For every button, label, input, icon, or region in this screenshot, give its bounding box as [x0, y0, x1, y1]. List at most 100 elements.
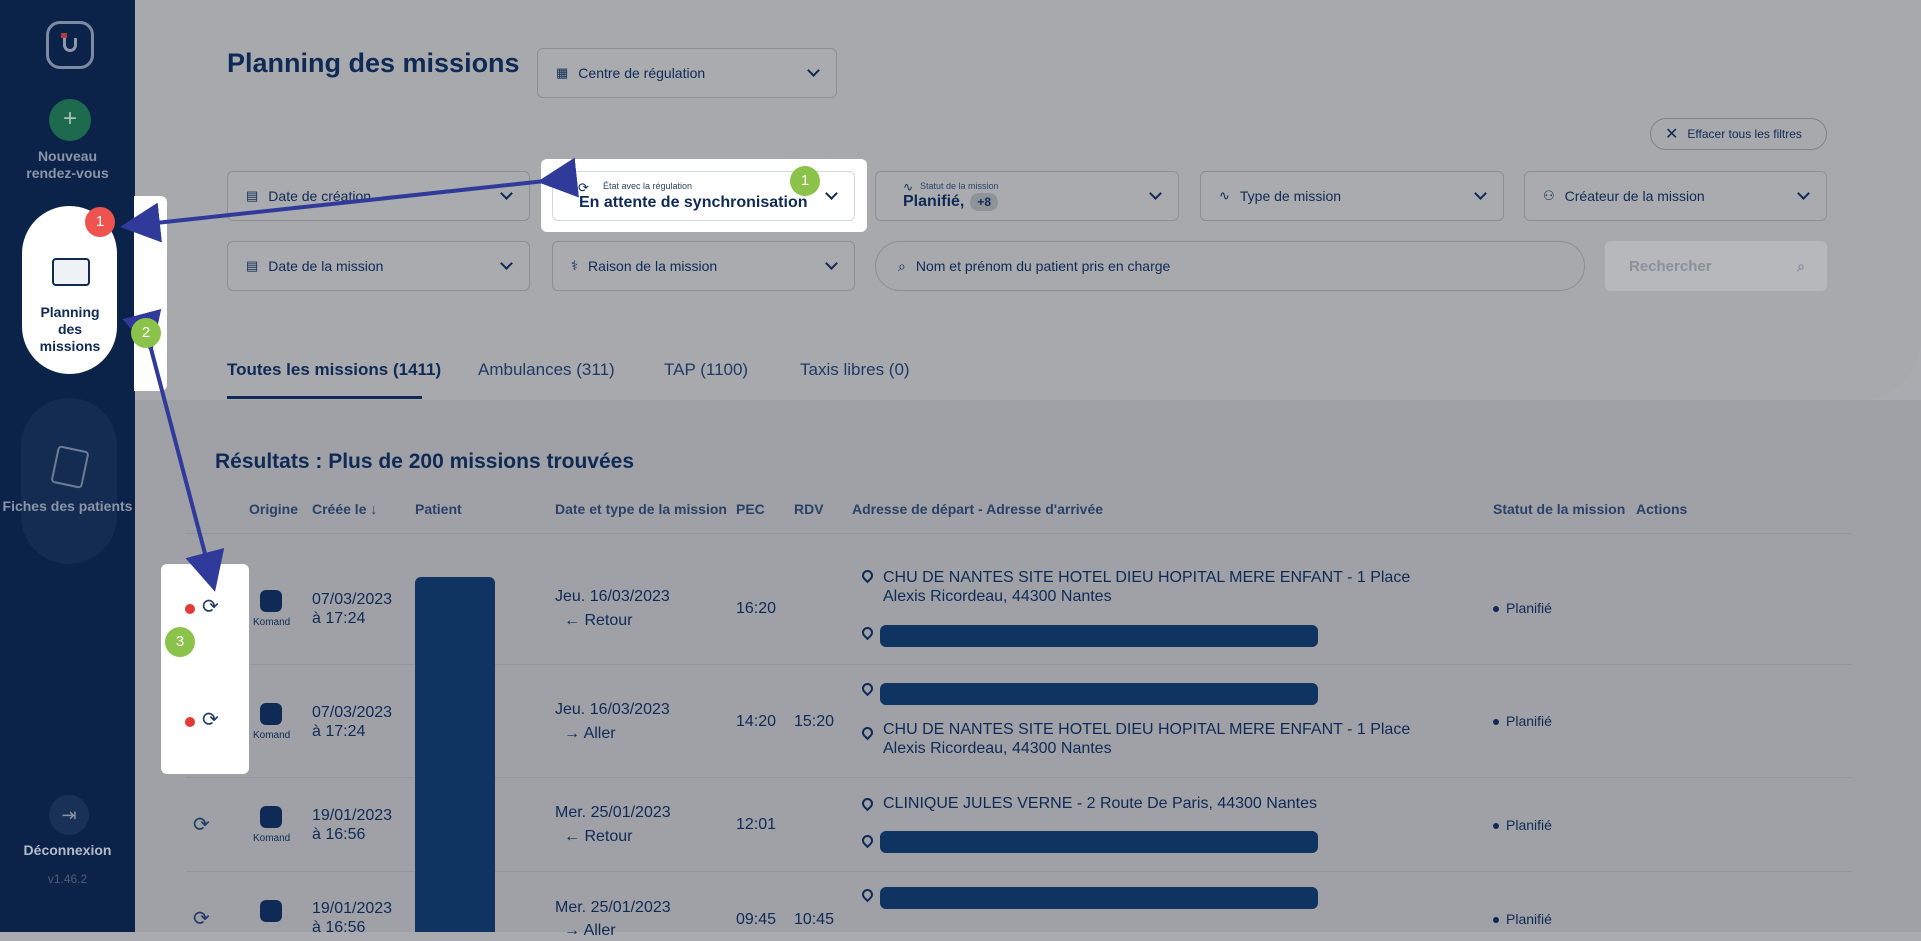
unsynced-dot: [185, 717, 195, 727]
highlight-sidebar-edge: [134, 196, 167, 391]
address-line: Alexis Ricordeau, 44300 Nantes: [883, 588, 1112, 605]
patient-search-placeholder: Nom et prénom du patient pris en charge: [915, 258, 1171, 274]
sync-icon[interactable]: ⟳: [193, 906, 210, 931]
col-address: Adresse de départ - Adresse d'arrivée: [852, 501, 1104, 517]
mission-reason-filter[interactable]: ⚕ Raison de la mission: [552, 241, 855, 291]
col-actions: Actions: [1636, 501, 1688, 517]
mission-date: Mer. 25/01/2023: [555, 899, 671, 916]
chevron-down-icon: [1474, 187, 1487, 200]
annotation-marker-2: 2: [131, 318, 161, 348]
logout-label[interactable]: Déconnexion: [0, 842, 135, 859]
created-date: 19/01/2023: [312, 900, 393, 917]
clear-filters-button[interactable]: ✕ Effacer tous les filtres: [1650, 118, 1827, 150]
center-select[interactable]: ▦ Centre de régulation: [537, 48, 837, 98]
sidebar-item-patients-label: Fiches des patients: [2, 498, 133, 514]
rdv-time: 15:20: [794, 713, 835, 730]
status-dot: [1493, 823, 1499, 829]
mission-direction: ← Retour: [564, 828, 633, 845]
tab-taxis[interactable]: Taxis libres (0): [800, 360, 910, 380]
created-time: à 17:24: [312, 723, 366, 740]
created-date: 07/03/2023: [312, 591, 393, 608]
mission-date-label: Date de la mission: [268, 258, 384, 274]
chevron-down-icon: [825, 257, 838, 270]
col-created[interactable]: Créée le ↓: [312, 501, 377, 517]
patient-search-input[interactable]: ⌕ Nom et prénom du patient pris en charg…: [875, 241, 1585, 291]
chevron-down-icon: [500, 257, 513, 270]
logout-icon[interactable]: ⇥: [49, 795, 89, 835]
new-appointment-label: Nouveau rendez-vous: [26, 148, 109, 181]
building-icon: ▦: [556, 65, 569, 80]
folder-icon: [52, 258, 90, 286]
sidebar-item-planning-label: Planning des missions: [39, 304, 101, 354]
search-button-label: Rechercher: [1629, 257, 1712, 275]
mission-status-filter[interactable]: Statut de la mission Planifié, +8 ∿: [875, 171, 1179, 221]
pulse-icon: ∿: [903, 180, 914, 194]
status-dot: [1493, 917, 1499, 923]
regulation-state-caption: État avec la régulation: [603, 180, 693, 191]
mission-status: Planifié: [1506, 713, 1552, 729]
created-time: à 16:56: [312, 919, 366, 936]
mission-type-label: Type de mission: [1239, 188, 1342, 204]
mission-type-filter[interactable]: ∿ Type de mission: [1200, 171, 1504, 221]
mission-date-filter[interactable]: ▤ Date de la mission: [227, 241, 530, 291]
creation-date-label: Date de création: [268, 188, 372, 204]
pec-time: 16:20: [736, 600, 777, 617]
stethoscope-icon: ⚕: [571, 258, 579, 273]
col-status: Statut de la mission: [1493, 501, 1626, 517]
pec-time: 12:01: [736, 816, 777, 833]
version: v1.46.2: [47, 872, 88, 886]
address-line: Alexis Ricordeau, 44300 Nantes: [883, 740, 1112, 757]
col-origin: Origine: [249, 501, 299, 517]
col-date-type: Date et type de la mission: [555, 501, 727, 517]
status-dot: [1493, 719, 1499, 725]
sync-icon[interactable]: ⟳: [202, 707, 219, 732]
origin-label: Komand: [253, 833, 291, 844]
redacted-patient-column: [415, 577, 495, 932]
sync-icon[interactable]: ⟳: [202, 594, 219, 619]
mission-status-caption: Statut de la mission: [920, 181, 999, 191]
close-icon: ✕: [1665, 126, 1679, 143]
pec-time: 09:45: [736, 911, 777, 928]
tab-tap[interactable]: TAP (1100): [664, 360, 748, 380]
mission-creator-label: Créateur de la mission: [1564, 188, 1705, 204]
new-appointment-button[interactable]: +: [49, 99, 91, 141]
pec-time: 14:20: [736, 713, 777, 730]
created-date: 19/01/2023: [312, 807, 393, 824]
redacted-address: [880, 887, 1318, 909]
search-button[interactable]: Rechercher ⌕: [1605, 241, 1827, 291]
search-icon: ⌕: [1797, 257, 1805, 274]
komand-logo-icon: [260, 900, 282, 922]
address-line: CLINIQUE JULES VERNE - 2 Route De Paris,…: [883, 795, 1317, 812]
mission-creator-filter[interactable]: ⚇ Créateur de la mission: [1524, 171, 1827, 221]
app-logo[interactable]: [46, 21, 94, 69]
created-date: 07/03/2023: [312, 704, 393, 721]
patients-card-icon: [50, 445, 90, 489]
mission-date: Mer. 25/01/2023: [555, 804, 671, 821]
tab-ambulances[interactable]: Ambulances (311): [478, 360, 615, 380]
created-time: à 17:24: [312, 610, 366, 627]
sidebar-item-patients[interactable]: [21, 398, 117, 564]
mission-date: Jeu. 16/03/2023: [555, 701, 670, 718]
col-patient: Patient: [415, 501, 462, 517]
sidebar: + Nouveau rendez-vous Fiches des patient…: [0, 0, 135, 932]
mission-direction: → Aller: [564, 922, 616, 939]
address-line: CHU DE NANTES SITE HOTEL DIEU HOPITAL ME…: [883, 569, 1411, 586]
chevron-down-icon: [1797, 187, 1810, 200]
center-select-label: Centre de régulation: [578, 65, 706, 81]
creation-date-filter[interactable]: ▤ Date de création: [227, 171, 530, 221]
komand-logo-icon: [260, 806, 282, 828]
sync-icon: ⟳: [578, 180, 589, 195]
clear-filters-label: Effacer tous les filtres: [1687, 127, 1802, 141]
chevron-down-icon: [807, 64, 820, 77]
sync-icon[interactable]: ⟳: [193, 812, 210, 837]
tab-all[interactable]: Toutes les missions (1411): [227, 360, 441, 380]
redacted-address: [880, 683, 1318, 705]
mission-direction: → Aller: [564, 725, 616, 742]
origin-label: Komand: [253, 730, 291, 741]
col-pec: PEC: [736, 501, 765, 517]
search-icon: ⌕: [898, 257, 906, 274]
mission-date: Jeu. 16/03/2023: [555, 588, 670, 605]
mission-status: Planifié: [1506, 817, 1552, 833]
annotation-marker-1-green: 1: [790, 166, 820, 196]
redacted-address: [880, 831, 1318, 853]
